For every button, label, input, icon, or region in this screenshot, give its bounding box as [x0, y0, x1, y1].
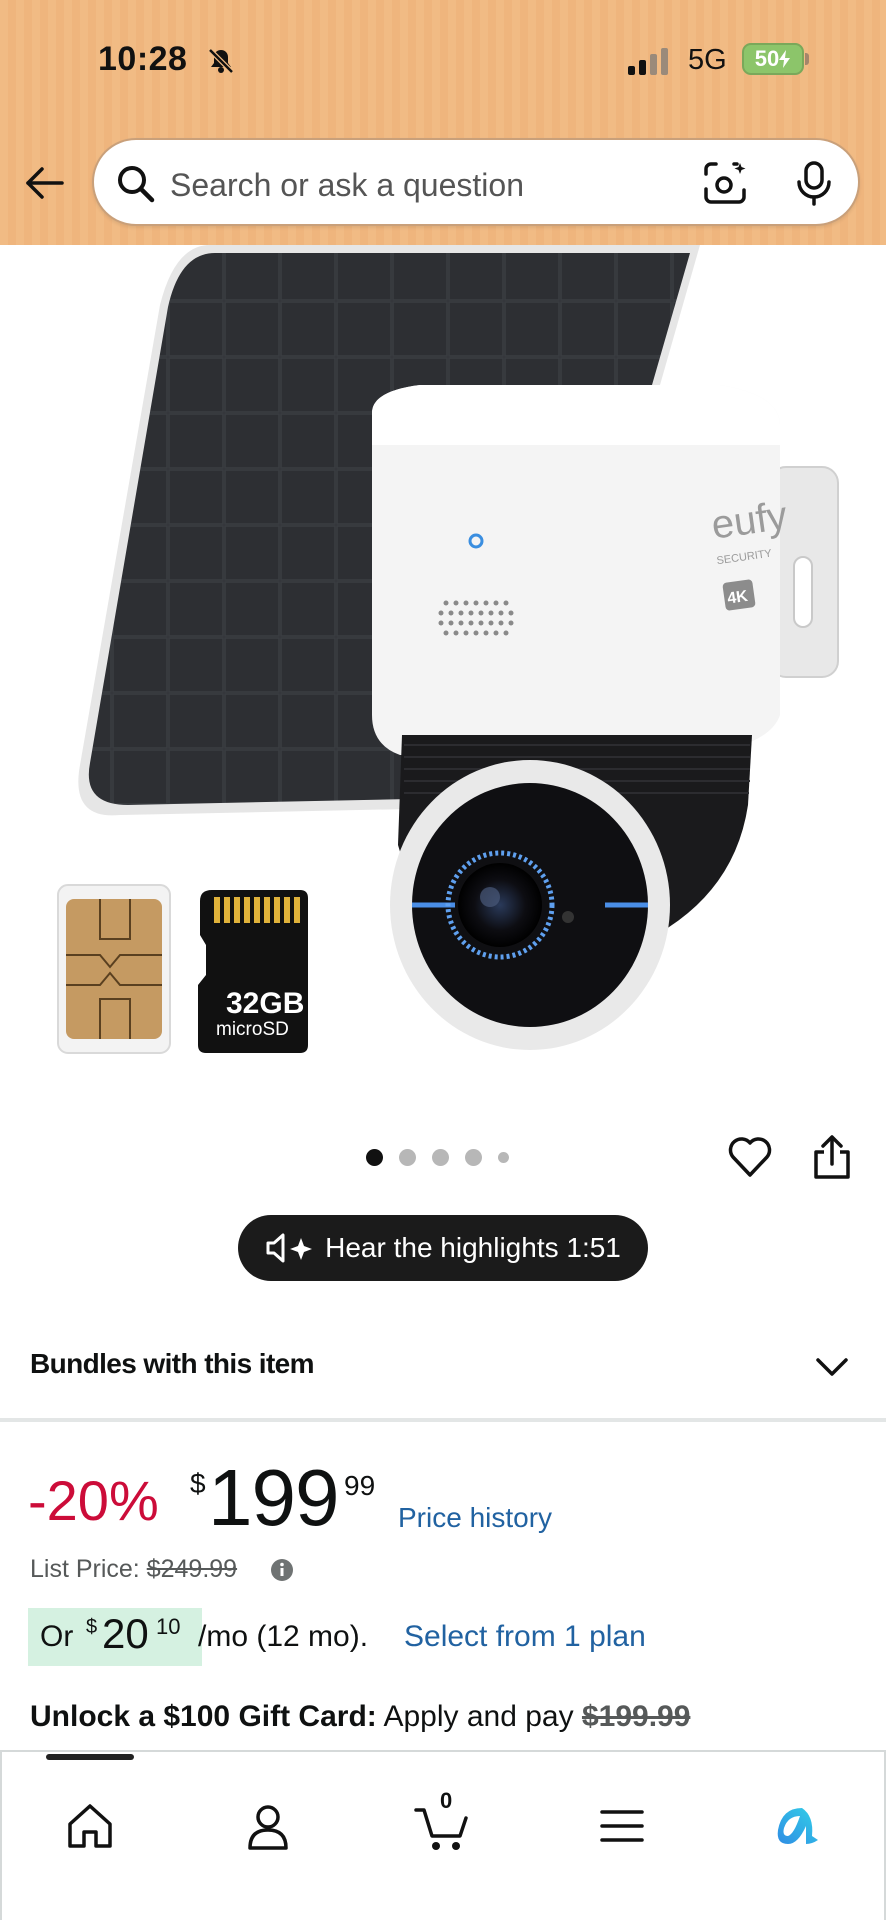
- installment-currency: $: [86, 1616, 98, 1638]
- battery-level: 50: [754, 46, 780, 71]
- status-time: 10:28: [98, 40, 188, 78]
- select-plan-link[interactable]: Select from 1 plan: [404, 1620, 646, 1654]
- battery-tip: [805, 53, 809, 65]
- gift-card-offer[interactable]: Unlock a $100 Gift Card: Apply and pay $…: [30, 1700, 690, 1734]
- carousel-dot-1[interactable]: [366, 1148, 383, 1166]
- carousel-dot-3[interactable]: [432, 1148, 449, 1166]
- bundles-section[interactable]: Bundles with this item: [0, 1320, 886, 1418]
- gift-card-bold: Unlock a $100 Gift Card:: [30, 1700, 377, 1733]
- section-divider: [0, 1418, 886, 1422]
- charging-bolt-icon: [779, 50, 791, 68]
- camera-dome: [390, 735, 752, 1050]
- list-price-label: List Price:: [30, 1555, 140, 1583]
- carousel-dots[interactable]: [366, 1147, 509, 1167]
- bottom-nav: 0: [0, 1750, 886, 1920]
- menu-icon[interactable]: [592, 1796, 652, 1856]
- hear-highlights-button[interactable]: Hear the highlights 1:51: [238, 1215, 648, 1281]
- nav-active-indicator: [46, 1754, 134, 1760]
- app-header: 10:28 5G 50 Search or ask a question: [0, 0, 886, 245]
- info-icon[interactable]: [270, 1558, 294, 1582]
- home-icon[interactable]: [60, 1796, 120, 1856]
- sd-capacity: 32GB: [226, 987, 304, 1020]
- resolution-badge: 4K: [726, 588, 749, 608]
- alexa-icon[interactable]: [768, 1796, 828, 1856]
- carousel-dot-4[interactable]: [465, 1148, 482, 1166]
- list-price: List Price: $249.99: [30, 1555, 237, 1584]
- installment-or: Or: [40, 1620, 74, 1653]
- cart-count: 0: [440, 1788, 453, 1813]
- camera-body: eufy SECURITY 4K: [372, 385, 790, 755]
- product-image[interactable]: eufy SECURITY 4K 32GB microSD: [0, 245, 886, 1075]
- microsd-card: 32GB microSD: [198, 890, 308, 1053]
- share-icon[interactable]: [810, 1134, 854, 1180]
- speaker-sparkle-icon: [266, 1233, 313, 1263]
- search-bar[interactable]: Search or ask a question: [92, 138, 860, 226]
- status-bar: 10:28 5G 50: [0, 0, 886, 120]
- sim-card: [57, 884, 171, 1054]
- discount-percent: -20%: [28, 1469, 159, 1532]
- signal-icon: [628, 48, 668, 75]
- camera-lens-icon[interactable]: [702, 160, 748, 206]
- carousel-dot-2[interactable]: [399, 1148, 416, 1166]
- gift-card-strike-price: $199.99: [581, 1700, 691, 1733]
- search-icon: [118, 166, 155, 203]
- battery-indicator: 50: [742, 43, 804, 75]
- microphone-icon[interactable]: [794, 160, 834, 206]
- bundles-title: Bundles with this item: [30, 1348, 315, 1379]
- price-cents: 99: [344, 1470, 376, 1501]
- bell-slash-icon: [208, 48, 234, 74]
- network-type: 5G: [688, 44, 727, 76]
- price-currency: $: [190, 1468, 206, 1499]
- account-icon[interactable]: [238, 1796, 298, 1856]
- price-history-link[interactable]: Price history: [398, 1502, 552, 1534]
- installment-amount: 20: [102, 1610, 149, 1657]
- sd-label: microSD: [216, 1019, 289, 1040]
- hear-highlights-label: Hear the highlights 1:51: [325, 1232, 621, 1263]
- installment-cents: 10: [156, 1614, 181, 1639]
- price-whole: 199: [208, 1453, 339, 1542]
- product-illustration: eufy SECURITY 4K 32GB microSD: [57, 245, 839, 1054]
- back-arrow-icon[interactable]: [22, 160, 68, 206]
- heart-icon[interactable]: [726, 1133, 774, 1181]
- carousel-dot-5[interactable]: [498, 1151, 509, 1163]
- gift-card-text: Apply and pay: [383, 1700, 574, 1733]
- chevron-down-icon[interactable]: [814, 1354, 850, 1382]
- list-price-value: $249.99: [146, 1555, 238, 1583]
- installment-term: /mo (12 mo).: [198, 1620, 369, 1653]
- search-input[interactable]: Search or ask a question: [170, 167, 524, 204]
